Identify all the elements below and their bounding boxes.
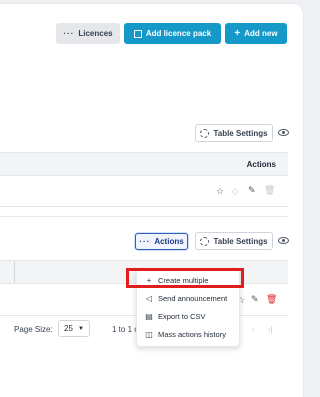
more-dots-icon: ··· (139, 237, 151, 246)
table-header: Actions (0, 152, 288, 176)
history-icon: ◫ (145, 330, 153, 339)
next-page-icon[interactable]: › (252, 325, 255, 334)
visibility-eye-icon[interactable] (278, 129, 289, 136)
menu-item-mass-actions-history[interactable]: ◫ Mass actions history (137, 326, 241, 343)
pagination-range: 1 to 1 o (112, 325, 139, 334)
export-icon: ▤ (145, 312, 153, 321)
visibility-eye-icon[interactable] (278, 237, 289, 244)
caret-down-icon: ▼ (78, 325, 84, 332)
menu-item-export-csv[interactable]: ▤ Export to CSV (137, 308, 241, 325)
trash-icon[interactable]: 🗑 (264, 186, 275, 195)
gear-icon (200, 236, 210, 246)
page-size-label: Page Size: (14, 325, 53, 334)
megaphone-icon: ◁ (145, 294, 153, 303)
plus-icon: + (146, 276, 152, 285)
actions-column-header: Actions (246, 160, 276, 169)
table-settings-button[interactable]: Table Settings (195, 232, 273, 250)
trash-icon[interactable]: 🗑 (266, 295, 277, 304)
menu-item-send-announcement[interactable]: ◁ Send announcement (137, 290, 241, 307)
section-divider (0, 216, 288, 217)
last-page-icon[interactable]: ›| (268, 325, 273, 334)
table-settings-button[interactable]: Table Settings (195, 124, 273, 142)
licence-pack-icon (133, 29, 142, 38)
tag-icon[interactable]: ◇ (232, 187, 239, 196)
main-card: ··· Licences Add licence pack + Add new … (0, 4, 303, 397)
actions-button[interactable]: ··· Actions (135, 233, 188, 250)
actions-dropdown-menu: + Create multiple ◁ Send announcement ▤ … (136, 269, 240, 347)
plus-icon: + (234, 28, 241, 39)
more-dots-icon: ··· (63, 29, 75, 38)
menu-item-create-multiple[interactable]: + Create multiple (137, 272, 241, 289)
add-licence-pack-button[interactable]: Add licence pack (124, 23, 221, 44)
column-divider (14, 261, 15, 283)
page-size-select[interactable]: 25 ▼ (58, 320, 90, 337)
add-new-button[interactable]: + Add new (225, 23, 287, 44)
gear-icon (200, 128, 210, 138)
licences-button[interactable]: ··· Licences (56, 23, 120, 44)
table-row: ☆ ◇ ✎ 🗑 (0, 176, 288, 207)
pencil-icon[interactable]: ✎ (251, 295, 259, 304)
star-icon[interactable]: ☆ (216, 187, 224, 196)
pencil-icon[interactable]: ✎ (248, 186, 256, 195)
